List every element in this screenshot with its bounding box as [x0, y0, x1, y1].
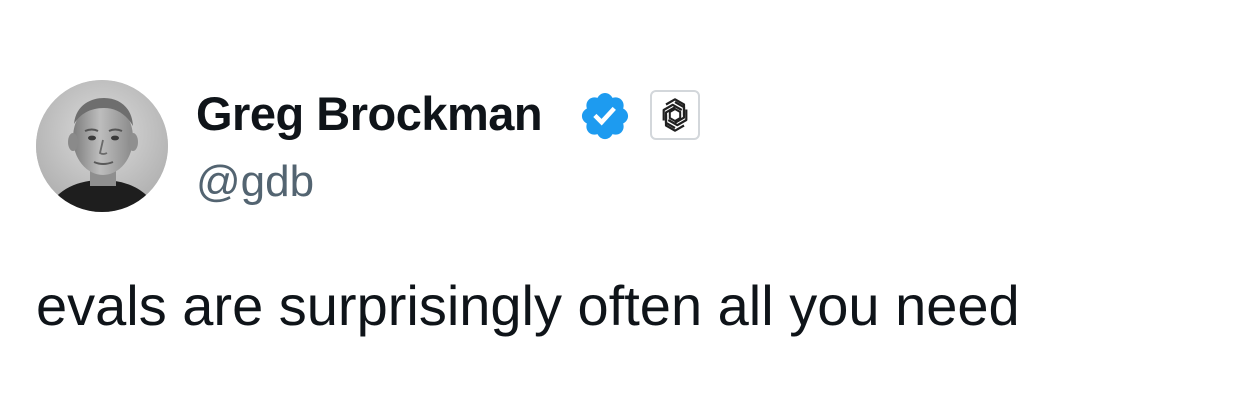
openai-logo-icon[interactable]: [650, 90, 700, 140]
author-name[interactable]: Greg Brockman: [196, 86, 543, 142]
verified-badge-icon[interactable]: [578, 89, 632, 143]
tweet-text: evals are surprisingly often all you nee…: [36, 274, 1020, 337]
avatar-photo: [36, 80, 168, 212]
avatar[interactable]: [36, 80, 168, 212]
tweet-card: Greg Brockman @gdb evals are surprisingl…: [0, 0, 1260, 400]
author-handle[interactable]: @gdb: [196, 155, 314, 209]
